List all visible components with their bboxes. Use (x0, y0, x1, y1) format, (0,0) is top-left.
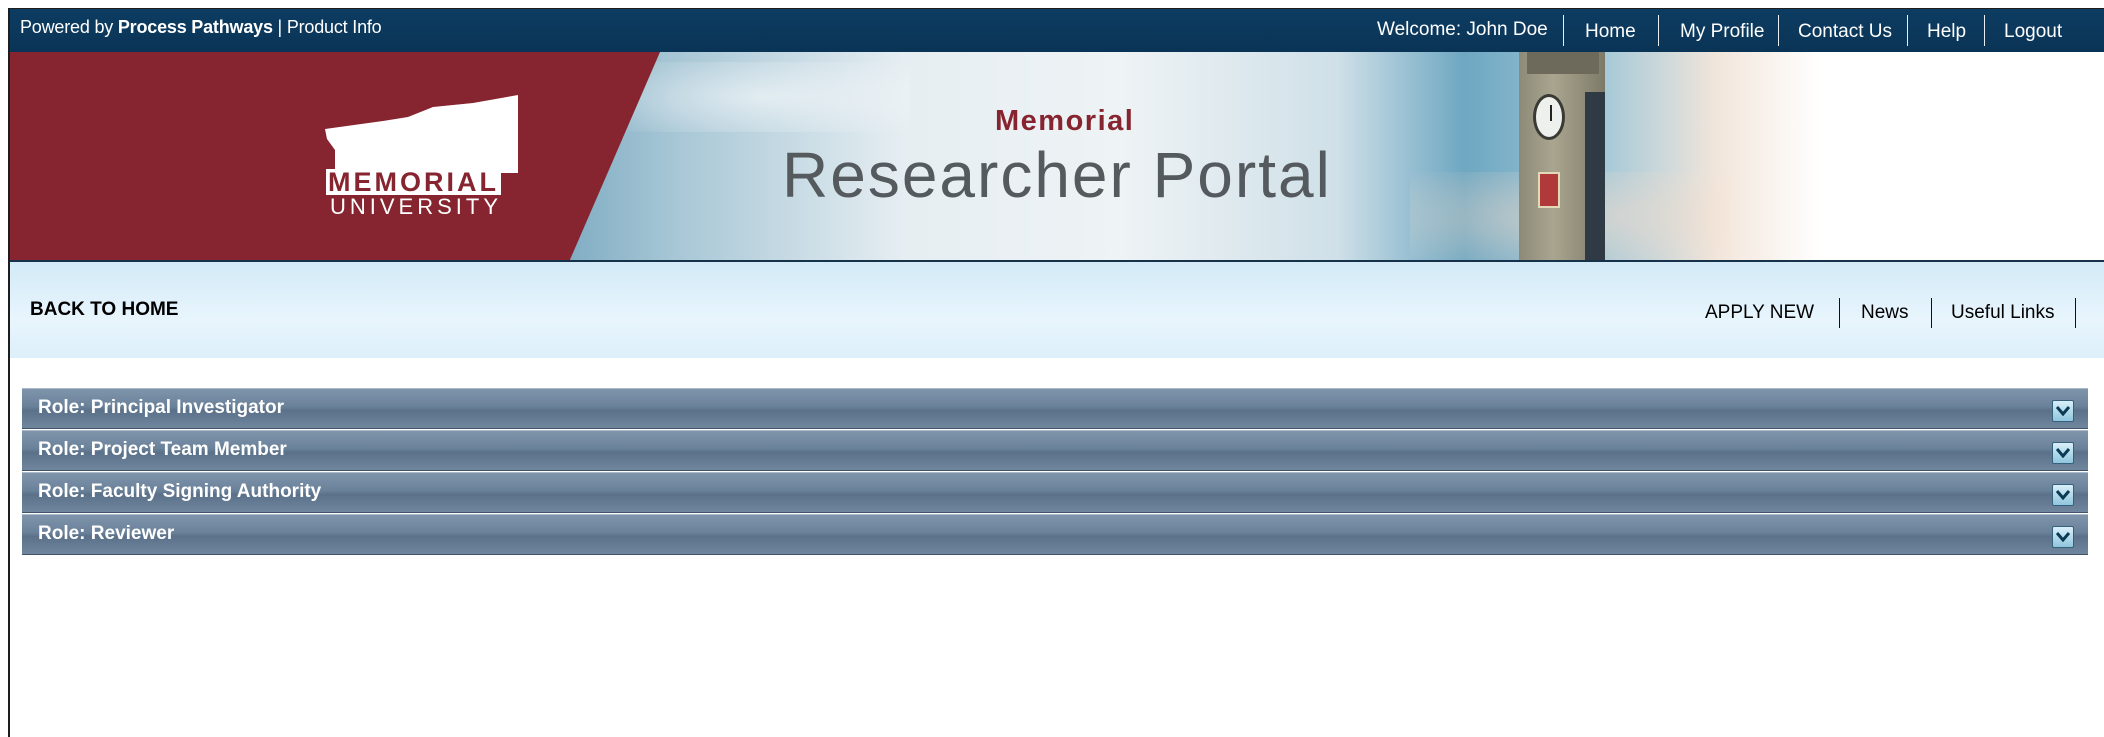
product-info-link[interactable]: Product Info (287, 17, 382, 37)
banner-title-large: Researcher Portal (782, 139, 1332, 211)
subnav-divider (1839, 298, 1840, 328)
powered-by: Powered by Process Pathways | Product In… (20, 17, 382, 38)
nav-divider (1563, 15, 1564, 46)
nav-divider (1658, 15, 1659, 46)
role-label: Role: Faculty Signing Authority (38, 481, 322, 502)
chevron-down-icon[interactable] (2052, 400, 2074, 422)
apply-new-link[interactable]: APPLY NEW (1705, 302, 1814, 324)
clock-tower-side (1585, 92, 1605, 260)
powered-prefix: Powered by (20, 17, 118, 37)
role-label: Role: Reviewer (38, 523, 175, 544)
nav-divider (1984, 15, 1985, 46)
role-panel-reviewer[interactable]: Role: Reviewer (22, 514, 2088, 555)
welcome-text: Welcome: John Doe (1377, 19, 1548, 40)
nav-contact-us[interactable]: Contact Us (1798, 16, 1892, 48)
page: Powered by Process Pathways | Product In… (8, 8, 2104, 737)
memorial-logo-icon (325, 95, 518, 173)
nav-divider (1778, 15, 1779, 46)
crest-icon (1538, 172, 1560, 208)
nav-home[interactable]: Home (1585, 16, 1636, 48)
role-label: Role: Principal Investigator (38, 397, 284, 418)
sub-nav: BACK TO HOME APPLY NEW News Useful Links (10, 262, 2104, 358)
nav-divider (1907, 15, 1908, 46)
header-banner: MEMORIAL UNIVERSITY Memorial Researcher … (10, 52, 2104, 262)
banner-title-small: Memorial (995, 105, 1135, 137)
nav-my-profile[interactable]: My Profile (1680, 16, 1764, 48)
chevron-down-icon[interactable] (2052, 526, 2074, 548)
useful-links-link[interactable]: Useful Links (1951, 302, 2055, 324)
role-panel-faculty-signing-authority[interactable]: Role: Faculty Signing Authority (22, 472, 2088, 513)
clock-icon (1533, 94, 1565, 140)
role-panel-principal-investigator[interactable]: Role: Principal Investigator (22, 388, 2088, 429)
top-bar: Powered by Process Pathways | Product In… (10, 9, 2104, 52)
back-to-home-link[interactable]: BACK TO HOME (30, 299, 178, 321)
nav-help[interactable]: Help (1927, 16, 1966, 48)
chevron-down-icon[interactable] (2052, 484, 2074, 506)
news-link[interactable]: News (1861, 302, 1909, 324)
role-panel-project-team-member[interactable]: Role: Project Team Member (22, 430, 2088, 471)
subnav-divider (1931, 298, 1932, 328)
chevron-down-icon[interactable] (2052, 442, 2074, 464)
banner-cloud (610, 62, 910, 132)
logo-text-memorial: MEMORIAL (326, 167, 501, 197)
clock-tower-top (1527, 52, 1599, 74)
process-pathways-link[interactable]: Process Pathways (118, 17, 273, 37)
logo-text-university: UNIVERSITY (330, 194, 503, 219)
role-label: Role: Project Team Member (38, 439, 287, 460)
nav-logout[interactable]: Logout (2004, 16, 2062, 48)
subnav-divider (2075, 298, 2076, 328)
powered-separator: | (272, 17, 287, 37)
clock-hand (1550, 105, 1552, 121)
